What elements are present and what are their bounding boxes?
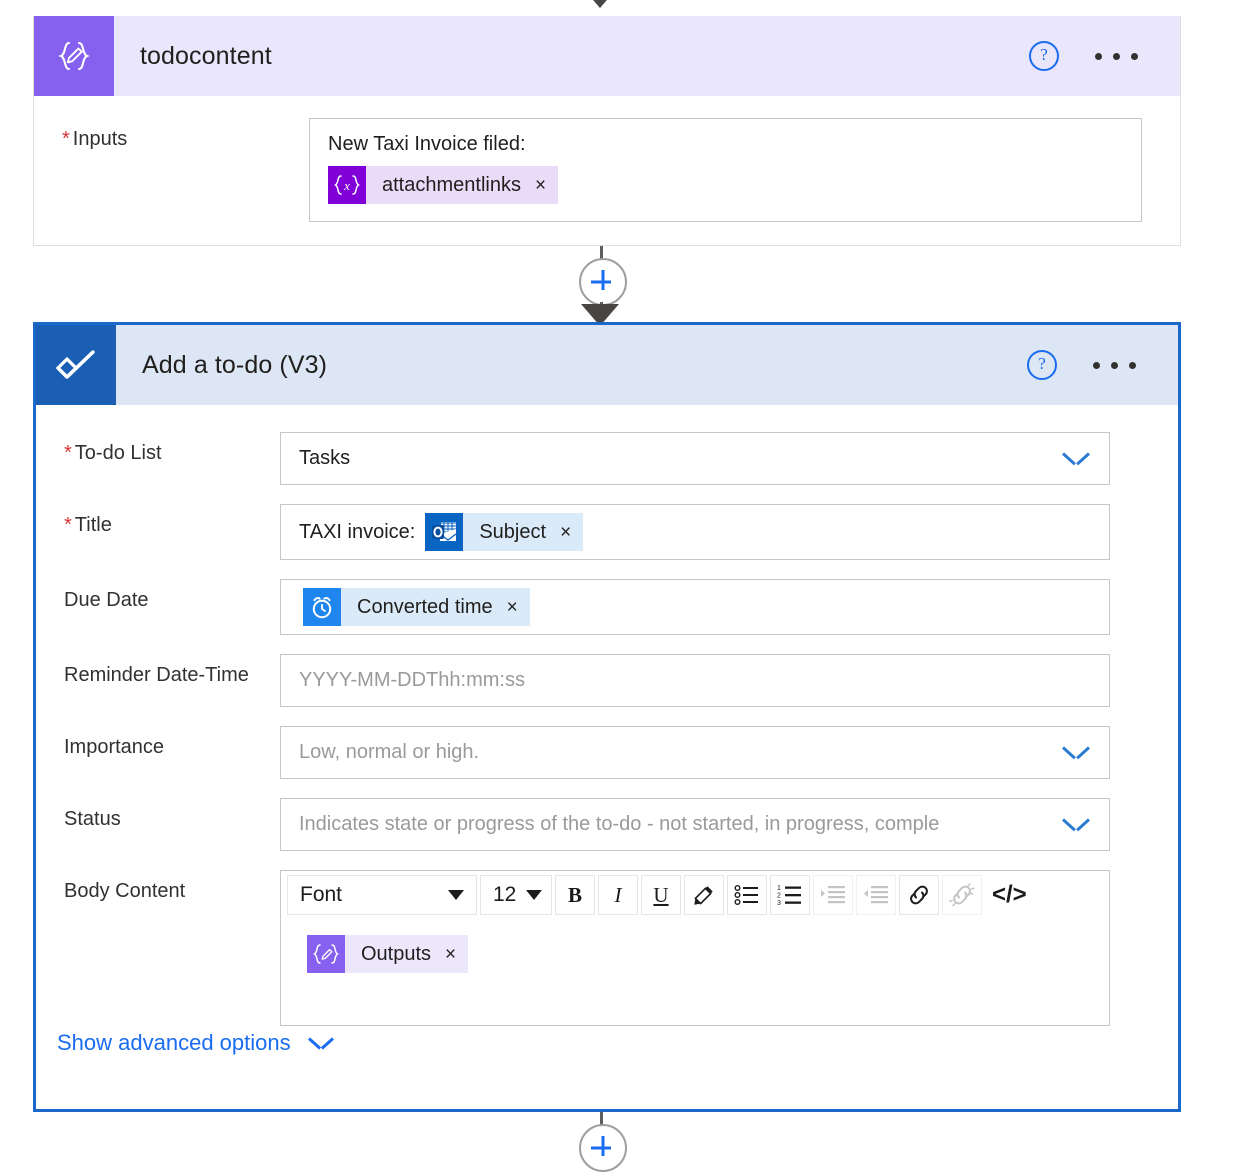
card-header-add-a-to-do[interactable]: Add a to-do (V3) ?	[36, 325, 1178, 405]
card-header-actions: ?	[1027, 350, 1178, 380]
inputs-field[interactable]: New Taxi Invoice filed: x attachmentlink…	[309, 118, 1142, 222]
alarm-clock-icon	[303, 588, 341, 626]
bulleted-list-icon[interactable]	[727, 875, 767, 915]
title-static-text: TAXI invoice:	[299, 520, 416, 543]
reminder-input[interactable]: YYYY-MM-DDThh:mm:ss	[280, 654, 1110, 707]
field-row-reminder: Reminder Date-Time YYYY-MM-DDThh:mm:ss	[36, 635, 1178, 707]
svg-text:1: 1	[777, 885, 781, 892]
chevron-down-icon[interactable]	[1063, 452, 1089, 466]
field-label-status: Status	[64, 808, 121, 830]
outlook-icon	[425, 513, 464, 551]
unlink-icon[interactable]	[942, 875, 982, 915]
remove-token-icon[interactable]: ×	[535, 176, 546, 195]
chevron-down-icon[interactable]	[1063, 818, 1089, 832]
card-header-todocontent[interactable]: todocontent ?	[34, 16, 1180, 96]
required-indicator: *	[64, 442, 72, 464]
bold-button[interactable]: B	[555, 875, 595, 915]
field-row-body-content: Body Content Font 12 B I U 1 2 3 </> Out…	[36, 851, 1178, 1026]
pen-icon[interactable]	[684, 875, 724, 915]
field-row-title: * Title TAXI invoice: Subject ×	[36, 485, 1178, 560]
svg-text:3: 3	[777, 900, 781, 907]
help-icon[interactable]: ?	[1029, 41, 1059, 71]
token-attachmentlinks[interactable]: x attachmentlinks ×	[328, 166, 559, 204]
todo-list-dropdown[interactable]: Tasks	[280, 432, 1110, 485]
reminder-placeholder: YYYY-MM-DDThh:mm:ss	[299, 669, 525, 691]
compose-expression-icon	[34, 16, 114, 96]
add-step-button-bottom[interactable]	[579, 1124, 627, 1172]
token-label: Outputs	[361, 942, 432, 965]
field-row-todo-list: * To-do List Tasks	[36, 405, 1178, 485]
show-advanced-options-link[interactable]: Show advanced options	[57, 1030, 333, 1056]
card-title: todocontent	[140, 41, 272, 70]
more-options-icon[interactable]	[1095, 52, 1138, 60]
required-indicator: *	[62, 128, 70, 150]
token-converted-time[interactable]: Converted time ×	[303, 588, 530, 626]
field-label-importance: Importance	[64, 736, 165, 758]
card-header-actions: ?	[1029, 41, 1180, 71]
token-body: Outputs ×	[345, 935, 469, 973]
body-content-editor[interactable]: Font 12 B I U 1 2 3 </> Outputs ×	[280, 870, 1110, 1026]
token-body: Converted time ×	[341, 588, 530, 626]
action-card-add-a-to-do: Add a to-do (V3) ? * To-do List Tasks * Ti…	[33, 322, 1181, 1112]
required-indicator: *	[64, 514, 72, 536]
check-mark-icon	[36, 325, 116, 405]
field-row-status: Status Indicates state or progress of th…	[36, 779, 1178, 851]
status-dropdown[interactable]: Indicates state or progress of the to-do…	[280, 798, 1110, 851]
todo-list-value: Tasks	[299, 447, 351, 469]
rich-text-toolbar: Font 12 B I U 1 2 3 </>	[281, 871, 1109, 919]
increase-indent-icon[interactable]	[813, 875, 853, 915]
incoming-arrow-top	[581, 0, 619, 8]
decrease-indent-icon[interactable]	[856, 875, 896, 915]
field-label-title: * Title	[64, 514, 112, 536]
token-label: Converted time	[357, 595, 493, 618]
status-placeholder: Indicates state or progress of the to-do…	[299, 813, 940, 835]
field-row-inputs: * Inputs New Taxi Invoice filed: x attach…	[34, 96, 1180, 222]
chevron-down-icon	[309, 1037, 333, 1050]
svg-text:2: 2	[777, 893, 781, 900]
font-family-select[interactable]: Font	[287, 875, 477, 915]
compose-expression-icon	[307, 935, 345, 973]
chevron-down-icon	[526, 890, 543, 900]
underline-button[interactable]: U	[641, 875, 681, 915]
importance-placeholder: Low, normal or high.	[299, 741, 480, 763]
chevron-down-icon[interactable]	[1063, 746, 1089, 760]
remove-token-icon[interactable]: ×	[560, 523, 571, 542]
compose-expression-icon: x	[328, 166, 366, 204]
inputs-static-text: New Taxi Invoice filed:	[328, 133, 526, 155]
code-view-button[interactable]: </>	[985, 875, 1034, 915]
card-title: Add a to-do (V3)	[142, 350, 328, 379]
field-label-inputs: * Inputs	[62, 128, 128, 150]
field-label-due-date: Due Date	[64, 589, 149, 611]
token-label: attachmentlinks	[382, 173, 521, 196]
title-input[interactable]: TAXI invoice: Subject ×	[280, 504, 1110, 560]
action-card-todocontent: todocontent ? * Inputs New Taxi Invoice f…	[33, 16, 1181, 246]
token-body: Subject ×	[463, 513, 584, 551]
due-date-input[interactable]: Converted time ×	[280, 579, 1110, 635]
font-size-select[interactable]: 12	[480, 875, 552, 915]
field-row-due-date: Due Date Converted time ×	[36, 560, 1178, 635]
token-body: attachmentlinks ×	[366, 166, 559, 204]
field-label-todo-list: * To-do List	[64, 442, 162, 464]
more-options-icon[interactable]	[1093, 361, 1136, 369]
token-label: Subject	[479, 520, 547, 543]
field-row-importance: Importance Low, normal or high.	[36, 707, 1178, 779]
token-outputs[interactable]: Outputs ×	[307, 935, 469, 973]
field-label-body-content: Body Content	[64, 880, 186, 902]
help-icon[interactable]: ?	[1027, 350, 1057, 380]
show-advanced-options-label: Show advanced options	[57, 1030, 291, 1055]
add-step-button[interactable]	[579, 258, 627, 306]
font-family-value: Font	[300, 883, 343, 906]
numbered-list-icon[interactable]: 1 2 3	[770, 875, 810, 915]
field-label-reminder: Reminder Date-Time	[64, 664, 249, 686]
importance-dropdown[interactable]: Low, normal or high.	[280, 726, 1110, 779]
token-subject[interactable]: Subject ×	[425, 513, 584, 551]
chevron-down-icon	[448, 890, 464, 900]
italic-button[interactable]: I	[598, 875, 638, 915]
remove-token-icon[interactable]: ×	[445, 945, 456, 964]
body-content-area[interactable]: Outputs ×	[281, 919, 1109, 1025]
svg-text:x: x	[343, 178, 350, 193]
link-icon[interactable]	[899, 875, 939, 915]
remove-token-icon[interactable]: ×	[507, 598, 518, 617]
font-size-value: 12	[493, 883, 517, 906]
